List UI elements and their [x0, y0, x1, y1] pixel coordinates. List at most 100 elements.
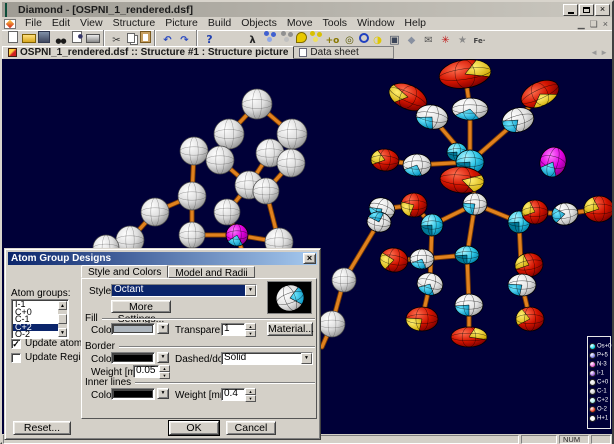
- paste-icon[interactable]: [140, 31, 151, 43]
- inner-color-dropdown-icon[interactable]: ▼: [157, 388, 169, 399]
- open-folder-icon[interactable]: [22, 34, 36, 43]
- atom-group-designs-dialog: Atom Group Designs × Atom groups: I-1C+0…: [4, 248, 321, 440]
- legend-atom-icon: [589, 361, 596, 368]
- more-settings-button[interactable]: More Settings...: [111, 300, 171, 313]
- print-icon[interactable]: [86, 34, 100, 43]
- atom-groups-label: Atom groups:: [11, 288, 70, 299]
- border-weight-input[interactable]: 0.05: [133, 365, 159, 378]
- tab-scroll-left-icon[interactable]: ◄: [590, 48, 598, 57]
- ok-button[interactable]: OK: [169, 421, 219, 435]
- scrollbar-thumb[interactable]: [58, 314, 67, 324]
- menu-item-structure[interactable]: Structure: [108, 17, 161, 29]
- tab-model-and-radii[interactable]: Model and Radii: [168, 266, 254, 278]
- border-color-dropdown-icon[interactable]: ▼: [157, 352, 169, 363]
- atom-groups-listbox[interactable]: I-1C+0C-1C+2O-2 ▲ ▼: [11, 299, 69, 339]
- menu-item-file[interactable]: File: [20, 17, 47, 29]
- legend-item-n3: N-3: [589, 360, 610, 369]
- document-tab-bar: OSPNI_1_rendered.dsf :: Structure #1 : S…: [2, 46, 612, 59]
- menu-item-tools[interactable]: Tools: [318, 17, 353, 29]
- disconnect-icon[interactable]: [279, 29, 295, 43]
- update-atoms-checkmark[interactable]: ✓: [11, 339, 21, 349]
- fill-color-dropdown-icon[interactable]: ▼: [157, 323, 169, 334]
- legend-atom-icon: [589, 397, 596, 404]
- molecule-icon[interactable]: [262, 29, 278, 43]
- active-tab-label: OSPNI_1_rendered.dsf :: Structure #1 : S…: [20, 47, 288, 58]
- tab-scroll-right-icon[interactable]: ►: [600, 48, 608, 57]
- legend-item-c1: C-1: [589, 387, 610, 396]
- legend-label: N-3: [597, 361, 607, 367]
- diamond-app-icon: [4, 4, 15, 15]
- menu-item-objects[interactable]: Objects: [236, 17, 282, 29]
- legend-atom-icon: [589, 343, 596, 350]
- update-atoms-checkbox[interactable]: ✓ Update atoms: [11, 338, 87, 349]
- restore-button[interactable]: [579, 4, 594, 16]
- atom-color-legend[interactable]: Os+0P+5N-3I-1C+0C-1C+2O-2H+1: [587, 336, 611, 429]
- legend-item-h1: H+1: [589, 414, 610, 423]
- update-registry-checkmark[interactable]: [11, 353, 21, 363]
- save-icon[interactable]: [38, 31, 50, 43]
- border-color-swatch[interactable]: [111, 352, 155, 364]
- toolbar: [2, 30, 612, 46]
- document-system-icon[interactable]: [4, 19, 16, 29]
- scroll-up-icon[interactable]: ▲: [58, 301, 67, 310]
- print-preview-icon[interactable]: [72, 31, 82, 43]
- close-button[interactable]: ×: [595, 4, 610, 16]
- tab-style-and-colors[interactable]: Style and Colors: [81, 265, 168, 278]
- menu-item-move[interactable]: Move: [282, 17, 318, 29]
- mdi-close-button[interactable]: ×: [603, 19, 608, 29]
- legend-item-p5: P+5: [589, 351, 610, 360]
- dialog-tab-strip: Style and Colors Model and Radii: [81, 265, 255, 278]
- menu-item-view[interactable]: View: [75, 17, 108, 29]
- dialog-title-bar[interactable]: Atom Group Designs ×: [8, 252, 317, 265]
- atom-group-o-2[interactable]: O-2: [13, 331, 58, 337]
- cancel-button[interactable]: Cancel: [226, 421, 276, 435]
- fill-group-label: Fill: [85, 313, 102, 324]
- border-weight-spinner[interactable]: ▲▼: [159, 365, 170, 378]
- dashed-dotted-dropdown-icon[interactable]: ▼: [301, 353, 312, 364]
- legend-label: C-1: [597, 388, 607, 394]
- toolbar-separator: [196, 30, 198, 47]
- menu-item-edit[interactable]: Edit: [47, 17, 75, 29]
- mdi-minimize-button[interactable]: ▁: [578, 19, 585, 29]
- legend-atom-icon: [589, 415, 596, 422]
- tab-structure-picture[interactable]: OSPNI_1_rendered.dsf :: Structure #1 : S…: [2, 46, 294, 59]
- new-document-icon[interactable]: [8, 31, 18, 43]
- copy-icon[interactable]: [127, 33, 135, 43]
- packing-icon[interactable]: [308, 29, 324, 43]
- inner-color-swatch[interactable]: [111, 388, 155, 400]
- legend-atom-icon: [589, 406, 596, 413]
- transparency-spinner[interactable]: ▲▼: [245, 323, 256, 336]
- toolbar-separator: [103, 30, 105, 47]
- mdi-restore-button[interactable]: ❏: [590, 19, 598, 29]
- legend-label: I-1: [597, 370, 604, 376]
- unit-cell-icon[interactable]: [387, 33, 403, 47]
- fill-group-line: [101, 318, 315, 320]
- title-bar[interactable]: Diamond - [OSPNI_1_rendered.dsf] ×: [2, 2, 612, 17]
- fill-color-swatch[interactable]: [111, 323, 155, 335]
- legend-atom-icon: [589, 352, 596, 359]
- menu-item-picture[interactable]: Picture: [160, 17, 203, 29]
- menu-item-window[interactable]: Window: [352, 17, 399, 29]
- reset-button[interactable]: Reset...: [13, 421, 71, 435]
- scroll-down-icon[interactable]: ▼: [58, 328, 67, 337]
- tab-data-sheet-icon: [299, 48, 307, 57]
- tab-data-sheet[interactable]: Data sheet: [294, 46, 393, 59]
- style-combobox[interactable]: Octant ▼: [111, 284, 257, 297]
- transparency-input[interactable]: 1: [221, 323, 245, 336]
- context-help-icon[interactable]: [202, 33, 218, 47]
- minimize-button[interactable]: [563, 4, 578, 16]
- legend-item-c0: C+0: [589, 378, 610, 387]
- update-atoms-label: Update atoms: [25, 338, 87, 349]
- dashed-dotted-combobox[interactable]: Solid ▼: [221, 352, 313, 365]
- inner-weight-input[interactable]: 0.4: [221, 388, 245, 401]
- menu-item-build[interactable]: Build: [203, 17, 236, 29]
- dialog-close-icon[interactable]: ×: [303, 253, 316, 264]
- polyhedra-icon[interactable]: [359, 33, 369, 43]
- inner-weight-spinner[interactable]: ▲▼: [245, 388, 256, 401]
- menu-item-help[interactable]: Help: [399, 17, 431, 29]
- style-dropdown-icon[interactable]: ▼: [245, 285, 256, 296]
- material-button[interactable]: Material...: [267, 322, 313, 336]
- listbox-scrollbar[interactable]: ▲ ▼: [58, 301, 67, 337]
- legend-item-i1: I-1: [589, 369, 610, 378]
- filter-fill-icon[interactable]: [296, 32, 307, 43]
